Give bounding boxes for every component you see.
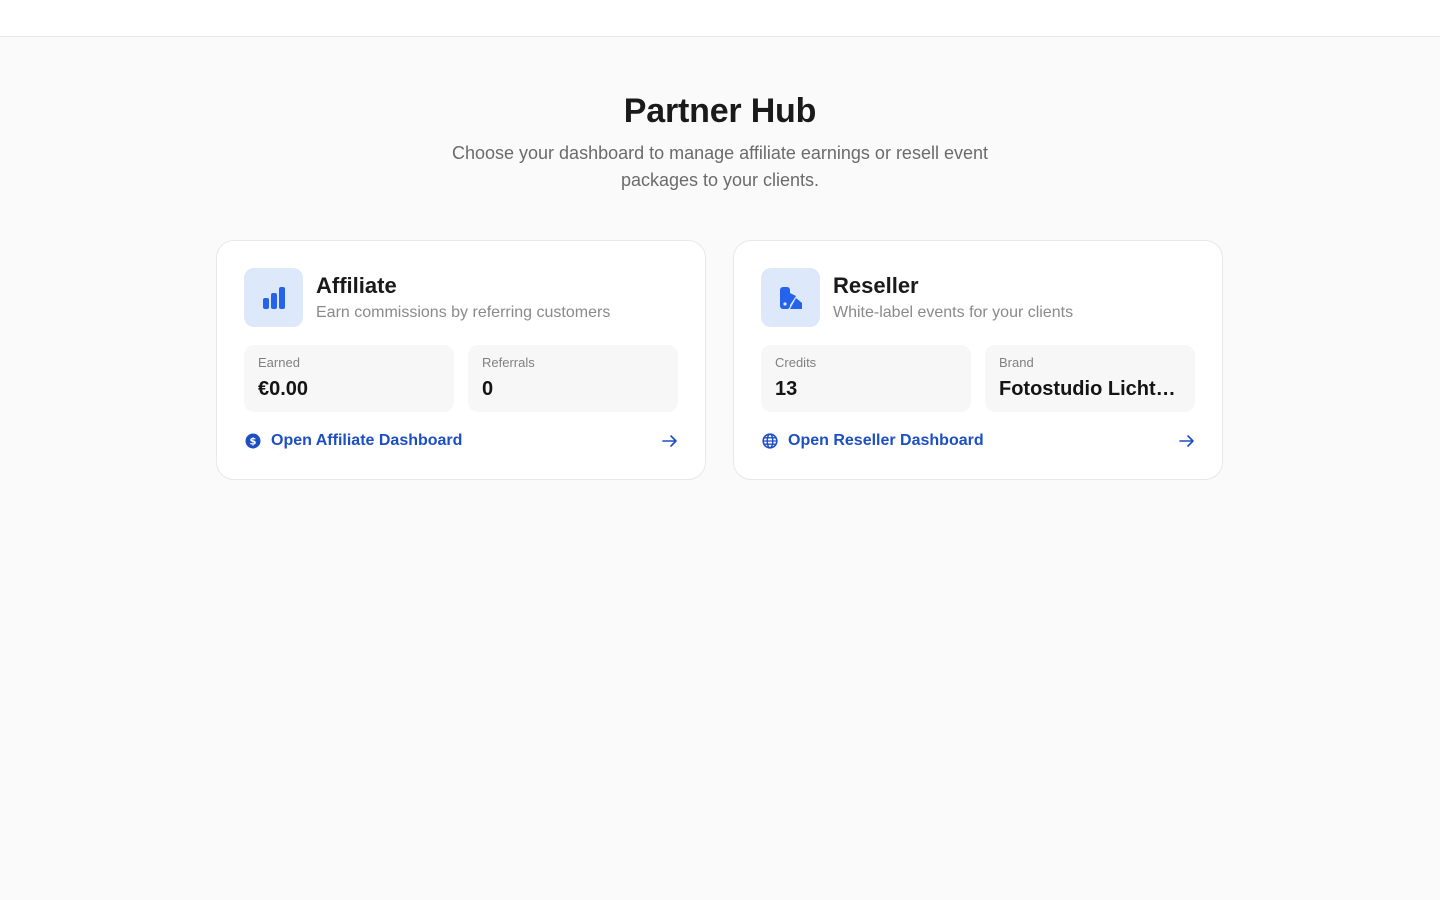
brand-value: Fotostudio Lichtbl… <box>999 378 1181 400</box>
credits-value: 13 <box>775 378 798 400</box>
hero: Partner Hub Choose your dashboard to man… <box>0 90 1440 194</box>
affiliate-subtitle: Earn commissions by referring customers <box>316 303 611 321</box>
earned-value: €0.00 <box>258 378 309 400</box>
bar-chart-icon <box>244 268 303 327</box>
top-bar <box>0 0 1440 37</box>
open-reseller-dashboard-label: Open Reseller Dashboard <box>788 432 984 449</box>
referrals-value: 0 <box>482 378 494 400</box>
brand-label: Brand <box>999 355 1034 370</box>
reseller-subtitle: White-label events for your clients <box>833 303 1074 321</box>
open-affiliate-dashboard-link[interactable]: $ Open Affiliate Dashboard <box>244 429 680 453</box>
credits-stat: Credits 13 <box>761 345 971 412</box>
open-affiliate-dashboard-label: Open Affiliate Dashboard <box>271 432 463 449</box>
earned-stat: Earned €0.00 <box>244 345 454 412</box>
earned-label: Earned <box>258 355 300 370</box>
referrals-stat: Referrals 0 <box>468 345 678 412</box>
open-reseller-dashboard-link[interactable]: Open Reseller Dashboard <box>761 429 1197 453</box>
affiliate-title: Affiliate <box>316 272 397 298</box>
reseller-card: Reseller White-label events for your cli… <box>733 240 1223 480</box>
palette-icon <box>761 268 820 327</box>
globe-icon <box>761 432 779 450</box>
arrow-right-icon <box>660 431 680 451</box>
reseller-card-header: Reseller White-label events for your cli… <box>761 268 1073 327</box>
dollar-circle-icon: $ <box>244 432 262 450</box>
reseller-title: Reseller <box>833 272 919 298</box>
referrals-label: Referrals <box>482 355 535 370</box>
svg-text:$: $ <box>250 437 257 448</box>
arrow-right-icon <box>1177 431 1197 451</box>
page-title: Partner Hub <box>623 92 817 130</box>
affiliate-card: Affiliate Earn commissions by referring … <box>216 240 706 480</box>
credits-label: Credits <box>775 355 817 370</box>
page-subtitle: Choose your dashboard to manage affiliat… <box>451 143 988 190</box>
brand-stat: Brand Fotostudio Lichtbl… <box>985 345 1195 412</box>
affiliate-card-header: Affiliate Earn commissions by referring … <box>244 268 610 327</box>
